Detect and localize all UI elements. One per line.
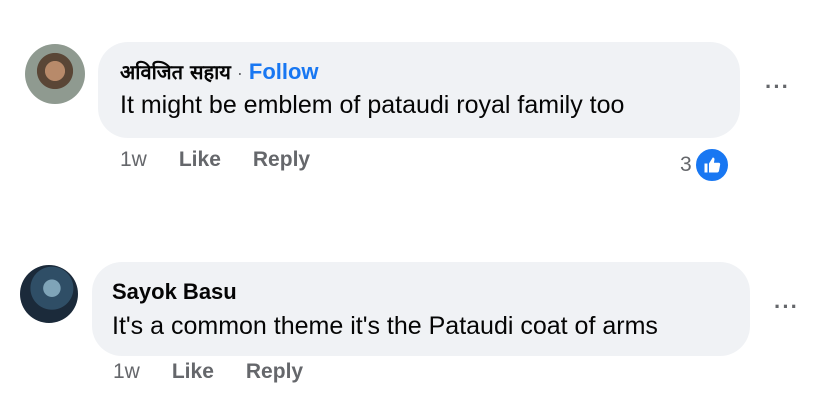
thumbs-up-icon <box>693 147 730 183</box>
comment-bubble: Sayok Basu It's a common theme it's the … <box>92 262 750 356</box>
reaction-count: 3 <box>680 153 692 176</box>
comment-text: It's a common theme it's the Pataudi coa… <box>112 312 658 340</box>
avatar[interactable] <box>25 44 85 104</box>
comment-header: Sayok Basu <box>112 279 728 305</box>
reply-button[interactable]: Reply <box>246 360 303 384</box>
more-options-button[interactable]: ··· <box>774 296 799 318</box>
author-name[interactable]: अविजित सहाय <box>120 58 231 85</box>
author-name[interactable]: Sayok Basu <box>112 279 237 305</box>
separator-dot: · <box>236 63 243 83</box>
follow-button[interactable]: Follow <box>249 59 319 85</box>
like-button[interactable]: Like <box>172 360 214 384</box>
comment-header: अविजित सहाय · Follow <box>120 58 718 84</box>
comment-actions: 1w Like Reply <box>113 360 303 384</box>
comment-bubble: अविजित सहाय · Follow It might be emblem … <box>98 42 740 138</box>
timestamp[interactable]: 1w <box>120 148 147 172</box>
comment-actions: 1w Like Reply <box>120 148 310 172</box>
reply-button[interactable]: Reply <box>253 148 310 172</box>
comment-text: It might be emblem of pataudi royal fami… <box>120 91 625 119</box>
avatar[interactable] <box>20 265 78 323</box>
like-button[interactable]: Like <box>179 148 221 172</box>
reaction-summary[interactable]: 3 <box>680 147 730 183</box>
more-options-button[interactable]: ··· <box>765 76 790 98</box>
timestamp[interactable]: 1w <box>113 360 140 384</box>
